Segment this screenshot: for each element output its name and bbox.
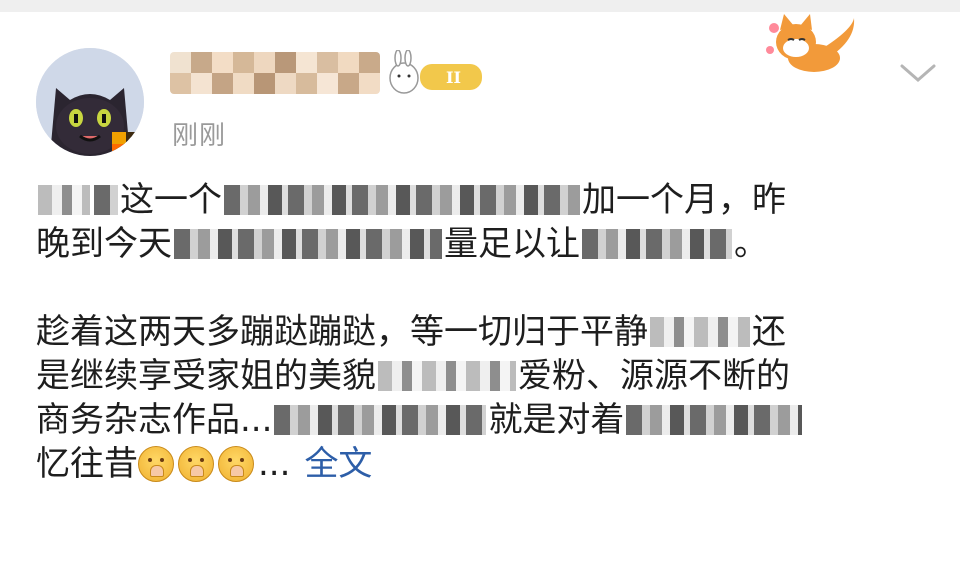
post-text: 就是对着 xyxy=(488,400,625,440)
post-line-2: 晚到今天 量足以让 。 xyxy=(36,222,926,266)
post-text: 忆往昔 xyxy=(36,444,138,484)
full-text-link[interactable]: 全文 xyxy=(304,442,372,486)
mosaic-redaction xyxy=(582,229,732,259)
post-line-1: 这一个 加一个月，昨 xyxy=(36,178,926,222)
post-line-4: 是继续享受家姐的美貌 爱粉、源源不断的 xyxy=(36,354,926,398)
post-text: 。 xyxy=(734,224,768,264)
pray-emoji-icon xyxy=(138,446,174,482)
mosaic-redaction xyxy=(650,317,750,347)
svg-text:II: II xyxy=(446,68,461,87)
sticker-icon xyxy=(762,10,858,78)
mosaic-redaction xyxy=(224,185,580,215)
post-text: 加一个月，昨 xyxy=(582,180,786,220)
post-text: 趁着这两天多蹦跶蹦跶，等一切归于平静 xyxy=(36,312,648,352)
avatar[interactable] xyxy=(36,48,144,156)
post-line-6: 忆往昔 ... 全文 xyxy=(36,442,926,486)
post-text: 这一个 xyxy=(120,180,222,220)
post-body[interactable]: 这一个 加一个月，昨 晚到今天 量足以让 。 趁着这两天多蹦跶蹦跶，等一切归于平… xyxy=(36,178,926,486)
pray-emoji-icon xyxy=(178,446,214,482)
chevron-down-icon[interactable] xyxy=(898,60,938,88)
post-line-5: 商务杂志作品... 就是对着 xyxy=(36,398,926,442)
mosaic-redaction xyxy=(174,229,442,259)
mosaic-redaction xyxy=(38,185,90,215)
mosaic-redaction xyxy=(274,405,487,435)
ellipsis: ... xyxy=(258,444,291,484)
post-text: 还 xyxy=(752,312,786,352)
post-text: 量足以让 xyxy=(444,224,580,264)
post-text: 商务杂志作品... xyxy=(36,400,273,440)
username-blurred[interactable] xyxy=(170,52,380,94)
post-text: 是继续享受家姐的美貌 xyxy=(36,356,376,396)
post-text: 晚到今天 xyxy=(36,224,172,264)
level-badge-icon[interactable]: II xyxy=(386,49,486,100)
post-text: 爱粉、源源不断的 xyxy=(518,356,790,396)
post-time: 刚刚 xyxy=(172,121,227,151)
mosaic-redaction xyxy=(94,185,118,215)
pray-emoji-icon xyxy=(218,446,254,482)
mosaic-redaction xyxy=(378,361,516,391)
post-line-3: 趁着这两天多蹦跶蹦跶，等一切归于平静 还 xyxy=(36,310,926,354)
mosaic-redaction xyxy=(626,405,803,435)
